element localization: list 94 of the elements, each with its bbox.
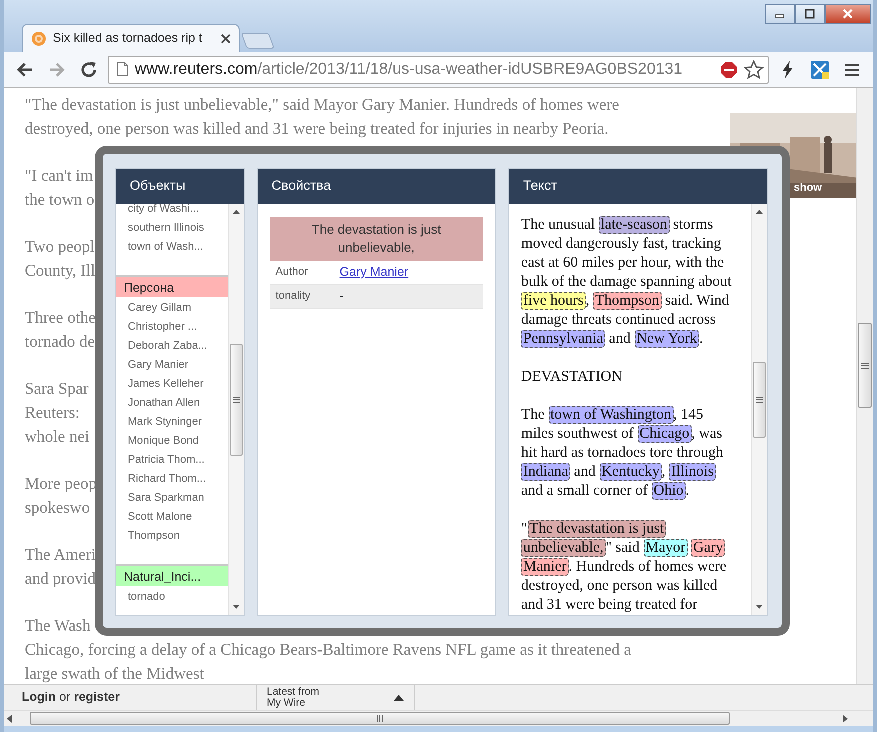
object-item[interactable]: tornado (116, 588, 228, 607)
object-item[interactable]: Gary Manier (116, 356, 228, 375)
object-item[interactable]: town of Wash... (116, 238, 228, 257)
grip-icon (232, 397, 240, 403)
entity-highlight[interactable]: unbelievable, (521, 539, 606, 557)
article-text: large swath of the Midwest (25, 663, 204, 684)
star-icon[interactable] (744, 60, 764, 80)
property-value: - (340, 288, 344, 306)
article-text: and provid (25, 568, 96, 590)
entity-highlight[interactable]: Thompson (593, 292, 662, 310)
entity-highlight[interactable]: town of Washington (548, 406, 674, 424)
article-text: destroyed, one person was killed and 31 were being treated for injuries in nearby Peoria. (25, 118, 609, 140)
text-paragraph: DEVASTATION (521, 368, 624, 387)
globe-icon (31, 30, 47, 46)
entity-highlight[interactable]: five hours (521, 292, 586, 310)
article-text: spokeswo (25, 497, 90, 519)
object-item[interactable]: Patricia Thom... (116, 451, 228, 470)
object-item[interactable]: Christopher ... (116, 318, 228, 337)
reload-icon[interactable] (79, 60, 99, 80)
entity-highlight[interactable]: Pennsylvania (521, 330, 606, 348)
article-text: Three othe (25, 307, 96, 329)
horizontal-scrollbar[interactable] (4, 710, 873, 726)
minimize-button[interactable] (765, 4, 795, 24)
scroll-down-icon[interactable] (755, 602, 764, 611)
object-item[interactable]: Richard Thom... (116, 470, 228, 489)
group-header[interactable]: Персона (116, 275, 228, 297)
close-button[interactable] (825, 4, 871, 24)
entity-highlight[interactable]: Mayor (644, 539, 688, 557)
entity-highlight[interactable]: New York (634, 330, 700, 348)
article-text: The Ameri (25, 544, 96, 566)
close-icon[interactable] (221, 34, 231, 44)
object-item[interactable]: Scott Malone (116, 508, 228, 527)
article-text: County, Ill (25, 260, 96, 282)
scroll-up-icon[interactable] (755, 208, 764, 217)
article-text: Reuters: (25, 402, 80, 424)
url-text: www.reuters.com/article/2013/11/18/us-usa-weather-idUSBRE9AG0BS20131 (135, 60, 684, 80)
article-text: Two peopl (25, 236, 95, 258)
object-item[interactable]: southern Illinois (116, 219, 228, 238)
panel-header: Текст (509, 169, 768, 204)
maximize-button[interactable] (795, 4, 825, 24)
quote-text: The devastation is just unbelievable, (270, 217, 484, 261)
article-text: The Wash (25, 615, 91, 637)
object-item[interactable]: Monique Bond (116, 432, 228, 451)
entity-highlight[interactable]: The devastation is just (528, 520, 666, 538)
object-item[interactable]: Carey Gillam (116, 299, 228, 318)
article-text: Sara Spar (25, 378, 89, 400)
browser-tab[interactable]: Six killed as tornadoes rip t (22, 24, 240, 52)
login-link[interactable]: Login or register (22, 688, 120, 707)
scrollbar[interactable] (751, 204, 768, 615)
group-header[interactable]: Natural_Inci... (116, 564, 228, 586)
article-text: "The devastation is just unbelievable," said Mayor Gary Manier. Hundreds of homes were (25, 94, 620, 116)
article-text: "I can't im (25, 165, 94, 187)
text-paragraph: "The devastation is just unbelievable," said Mayor Gary Manier. Hundreds of homes were destroyed, one person was killed and 31 were being treated for (521, 520, 728, 615)
close-icon (842, 9, 854, 19)
address-bar[interactable]: www.reuters.com/article/2013/11/18/us-usa-weather-idUSBRE9AG0BS20131 (108, 56, 769, 84)
property-link[interactable]: Gary Manier (340, 263, 409, 282)
text-paragraph: The town of Washington, 145 miles southwest of Chicago, was hit hard as tornadoes tore through Indiana and Kentucky, Illinois and a small corner of Ohio. (521, 406, 724, 501)
scroll-down-icon[interactable] (232, 602, 241, 611)
slideshow-caption[interactable]: show (794, 180, 822, 196)
panel-header: Свойства (258, 169, 496, 204)
object-item[interactable]: Thompson (116, 527, 228, 546)
vertical-scrollbar[interactable] (856, 88, 873, 684)
article-text: tornado de (25, 331, 96, 353)
panel-header: Объекты (116, 169, 244, 204)
scroll-up-icon[interactable] (232, 208, 241, 217)
entity-highlight[interactable]: Chicago (638, 425, 692, 443)
grip-icon (861, 362, 869, 368)
grip-icon (377, 715, 383, 722)
page-icon (117, 62, 129, 77)
entity-highlight[interactable]: Gary (691, 539, 726, 557)
entity-highlight[interactable]: Ohio (652, 482, 686, 500)
maximize-icon (805, 9, 815, 19)
article-text: whole nei (25, 426, 90, 448)
object-item[interactable]: Deborah Zaba... (116, 337, 228, 356)
object-item[interactable]: James Kelleher (116, 375, 228, 394)
entity-highlight[interactable]: Manier (521, 558, 569, 576)
object-item[interactable]: city of Washi... (116, 204, 228, 219)
object-item[interactable]: Jonathan Allen (116, 394, 228, 413)
entity-highlight[interactable]: late-season (598, 216, 670, 234)
entity-highlight[interactable]: Kentucky (600, 463, 662, 481)
caret-up-icon (394, 694, 404, 701)
scrollbar[interactable] (228, 204, 244, 615)
object-item[interactable]: Mark Styninger (116, 413, 228, 432)
entity-highlight[interactable]: Indiana (521, 463, 570, 481)
text-paragraph: The unusual late-season storms moved dangerously fast, tracking east at 60 miles per hour, with the bulk of the damage spanning about five hours, Thompson said. Wind damage threats continued across Pennsylvania and New York. (521, 216, 733, 349)
property-label: Author (274, 265, 310, 280)
adblock-icon[interactable] (720, 60, 738, 78)
article-text: Chicago, forcing a delay of a Chicago Bears-Baltimore Ravens NFL game as it threatened a (25, 639, 632, 661)
extension-icon[interactable] (810, 60, 830, 80)
entity-highlight[interactable]: Illinois (669, 463, 716, 481)
grip-icon (756, 397, 764, 403)
article-text: the town o (25, 189, 95, 211)
property-label: tonality (274, 289, 312, 304)
object-item[interactable]: Sara Sparkman (116, 489, 228, 508)
